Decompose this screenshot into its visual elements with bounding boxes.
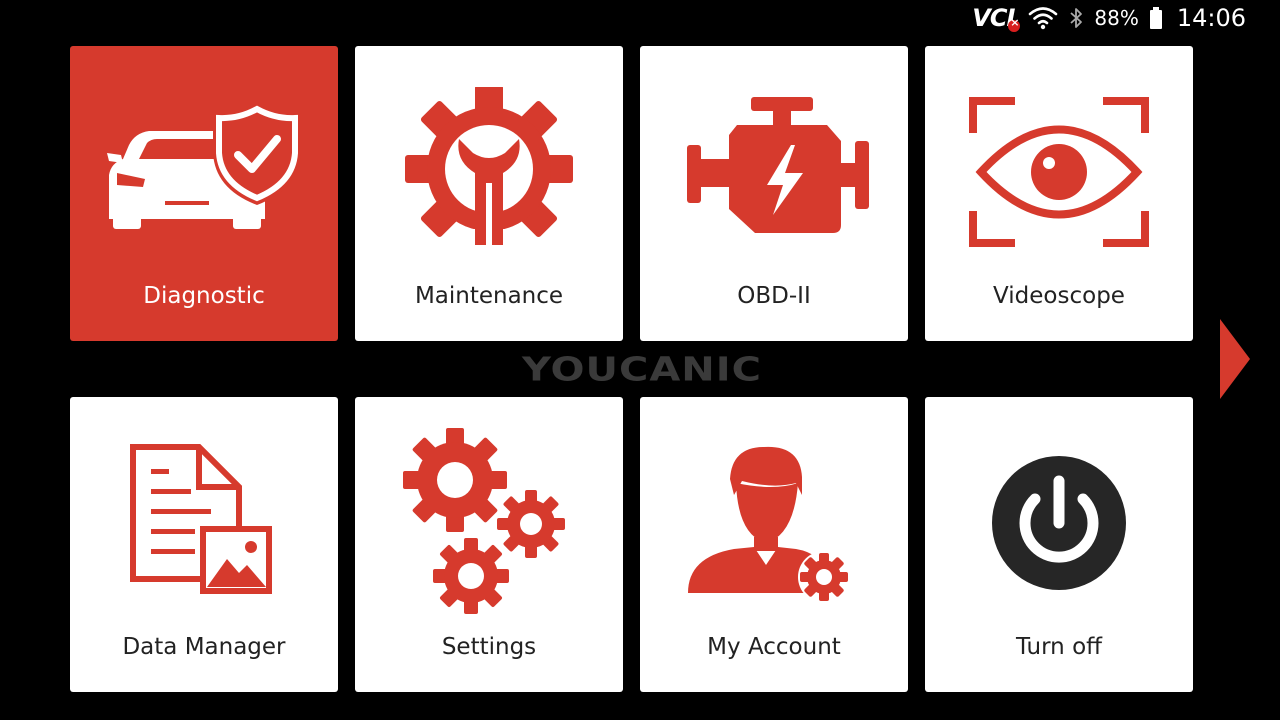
wifi-icon: [1028, 6, 1058, 30]
battery-icon: [1149, 6, 1163, 30]
tile-label: Diagnostic: [143, 283, 265, 309]
vci-disconnected-icon: [1008, 16, 1021, 32]
tile-my-account[interactable]: My Account: [640, 397, 908, 692]
tile-label: My Account: [707, 634, 841, 660]
tile-label: Settings: [441, 634, 537, 660]
tile-maintenance[interactable]: Maintenance: [355, 46, 623, 341]
power-icon: [925, 423, 1193, 623]
battery-percent: 88%: [1094, 6, 1139, 30]
watermark: YOUCANIC: [521, 351, 763, 389]
tile-label: Data Manager: [122, 634, 286, 660]
tile-label: Videoscope: [993, 283, 1125, 309]
eye-scan-icon: [925, 72, 1193, 272]
next-page-button[interactable]: [1220, 319, 1252, 399]
gear-wrench-icon: [355, 72, 623, 272]
vci-indicator: VCI: [972, 4, 1021, 32]
tile-turn-off[interactable]: Turn off: [925, 397, 1193, 692]
clock: 14:06: [1176, 4, 1246, 32]
tile-label: Maintenance: [414, 283, 564, 309]
tile-videoscope[interactable]: Videoscope: [925, 46, 1193, 341]
gears-icon: [355, 423, 623, 623]
status-bar: VCI 88% 14:06: [972, 0, 1280, 36]
chevron-right-icon: [1220, 319, 1250, 399]
user-gear-icon: [640, 423, 908, 623]
engine-icon: [640, 72, 908, 272]
tile-diagnostic[interactable]: Diagnostic: [70, 46, 338, 341]
tile-label: Turn off: [1016, 634, 1102, 660]
tile-data-manager[interactable]: Data Manager: [70, 397, 338, 692]
document-image-icon: [70, 423, 338, 623]
tile-label: OBD-II: [737, 283, 811, 309]
tile-obd-ii[interactable]: OBD-II: [640, 46, 908, 341]
tile-settings[interactable]: Settings: [355, 397, 623, 692]
bluetooth-icon: [1068, 6, 1084, 30]
car-shield-icon: [70, 72, 338, 272]
